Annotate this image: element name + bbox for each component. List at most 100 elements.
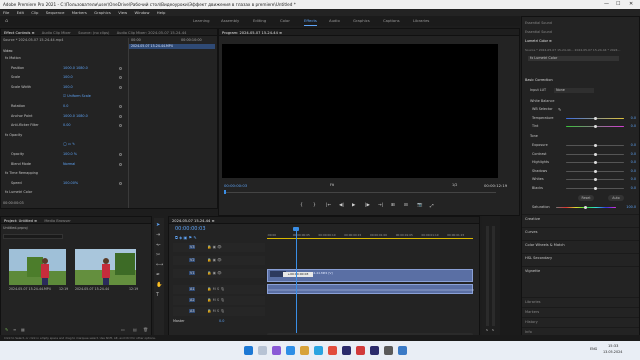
list-view-icon[interactable]: ≡ <box>13 327 16 332</box>
ec-row[interactable]: fx Opacity <box>5 133 22 138</box>
menu-window[interactable]: Window <box>135 10 150 15</box>
track-controls-icons[interactable]: 🔒 M S 🎙 <box>207 298 225 302</box>
lumetri-slider[interactable] <box>566 152 624 156</box>
new-bin-icon[interactable]: ▭ <box>121 327 125 332</box>
ec-row[interactable]: fx Lumetri Color <box>5 190 32 195</box>
telegram-icon[interactable] <box>314 346 323 355</box>
track-header[interactable]: A2 🔒 M S 🎙 <box>173 296 265 305</box>
program-playhead[interactable] <box>224 190 226 194</box>
master-track-value[interactable]: 0.0 <box>219 319 224 323</box>
track-label[interactable]: V3 <box>189 245 196 249</box>
lumetri-slider[interactable] <box>566 178 624 181</box>
task-view-icon[interactable] <box>272 346 281 355</box>
ec-clip-bar[interactable]: 2024-05-07 15-24-44.MP4 <box>129 44 215 49</box>
ec-row-value[interactable]: 100.0 <box>63 75 73 80</box>
close-button[interactable]: ✕ <box>629 0 633 9</box>
program-timecode[interactable]: 00:00:00:03 <box>224 183 247 188</box>
track-header[interactable]: V3 🔒 ▣ 👁 <box>173 243 265 252</box>
section-hsl-secondary[interactable]: HSL Secondary <box>522 253 639 261</box>
clock-time[interactable]: 15:33 <box>608 344 618 348</box>
new-item-icon[interactable]: ▤ <box>133 327 137 332</box>
slider-value[interactable]: 0.0 <box>631 160 636 165</box>
ripple-edit-tool-icon[interactable]: ⟛ <box>156 242 161 248</box>
ec-row-value[interactable]: 1000.0 1080.0 <box>63 114 88 119</box>
tab-audio-clip-mixer-seq[interactable]: Audio Clip Mixer: 2024-05-07 15-24-44 <box>117 31 187 35</box>
workspace-learning[interactable]: Learning <box>193 16 209 26</box>
track-header[interactable]: V1 🔒 ▣ 👁 <box>173 269 265 278</box>
trash-icon[interactable]: 🗑 <box>143 327 148 332</box>
input-lut-select[interactable]: None <box>554 88 594 93</box>
menu-edit[interactable]: Edit <box>17 10 24 15</box>
panel-history[interactable]: History <box>522 317 639 325</box>
slider-knob[interactable] <box>593 144 597 147</box>
hand-tool-icon[interactable]: ✋ <box>156 282 162 288</box>
keyframe-toggle-icon[interactable] <box>119 153 122 156</box>
timeline-playhead[interactable] <box>296 227 297 339</box>
ec-row[interactable]: Blend Mode Normal <box>11 162 75 167</box>
ec-row[interactable]: fx Time Remapping <box>5 171 38 176</box>
slider-value[interactable]: 0.0 <box>631 186 636 191</box>
razor-tool-icon[interactable]: ✂ <box>156 252 160 258</box>
program-fit-select[interactable]: Fit <box>330 183 334 187</box>
saturation-slider[interactable] <box>556 206 616 209</box>
ec-row-value[interactable]: 1000.0 1080.0 <box>63 66 88 71</box>
lumetri-slider[interactable] <box>566 144 624 147</box>
slip-tool-icon[interactable]: ⟷ <box>156 262 163 268</box>
pen-tool-icon[interactable]: ✒ <box>156 272 160 278</box>
section-vignette[interactable]: Vignette <box>522 266 639 274</box>
program-video-canvas[interactable] <box>222 44 498 178</box>
slider-value[interactable]: 0.0 <box>631 124 636 129</box>
program-scrub-bar[interactable] <box>224 192 496 193</box>
lumetri-slider[interactable] <box>566 161 624 164</box>
edge-icon[interactable] <box>286 346 295 355</box>
ec-row[interactable]: Anchor Point 1000.0 1080.0 <box>11 114 88 119</box>
timeline-tool-icons[interactable]: ⧉ ◈ ▣ ⚑ ✎ <box>175 235 197 240</box>
keyframe-toggle-icon[interactable] <box>119 114 122 118</box>
menu-file[interactable]: File <box>3 10 9 15</box>
lumetri-fx-select[interactable]: fx Lumetri Color <box>528 56 619 61</box>
slider-knob[interactable] <box>593 117 597 120</box>
workspace-libraries[interactable]: Libraries <box>413 16 429 26</box>
workspace-editing[interactable]: Editing <box>253 16 266 26</box>
tab-effect-controls[interactable]: Effect Controls ≡ <box>4 31 35 35</box>
saturation-knob[interactable] <box>584 206 587 209</box>
slider-value[interactable]: 0.0 <box>631 116 636 121</box>
slider-knob[interactable] <box>593 186 597 190</box>
clock-date[interactable]: 13.05.2024 <box>603 350 622 354</box>
photoshop-icon[interactable] <box>370 346 379 355</box>
ec-row[interactable]: fx Motion <box>5 56 21 61</box>
transport-button[interactable]: ⊟ <box>404 203 408 208</box>
track-header[interactable]: A3 🔒 M S 🎙 <box>173 307 265 316</box>
slider-knob[interactable] <box>593 178 597 181</box>
slider-value[interactable]: 0.0 <box>631 177 636 182</box>
track-controls-icons[interactable]: 🔒 ▣ 👁 <box>207 258 222 262</box>
ec-row-value[interactable]: 0.0 <box>63 104 68 109</box>
explorer-icon[interactable] <box>300 346 309 355</box>
app-icon-gray[interactable] <box>384 346 393 355</box>
tab-source[interactable]: Source: (no clips) <box>78 31 109 35</box>
tab-sequence[interactable]: 2024-05-07 15-24-44 ≡ <box>172 219 215 223</box>
panel-libraries[interactable]: Libraries <box>522 297 639 305</box>
menu-sequence[interactable]: Sequence <box>46 10 65 15</box>
lumetri-slider[interactable] <box>566 169 624 173</box>
transport-button[interactable]: |← <box>326 203 331 208</box>
basic-correction-header[interactable]: Basic Correction <box>525 78 636 83</box>
transport-button[interactable]: { <box>300 203 303 208</box>
white-balance-header[interactable]: White Balance <box>530 99 636 104</box>
lumetri-slider[interactable] <box>566 186 624 190</box>
ec-row[interactable]: Anti-flicker Filter 0.00 <box>11 123 71 128</box>
slider-value[interactable]: 0.0 <box>631 143 636 148</box>
menu-help[interactable]: Help <box>157 10 166 15</box>
menu-markers[interactable]: Markers <box>72 10 87 15</box>
keyframe-toggle-icon[interactable] <box>119 124 122 128</box>
tab-media-browser[interactable]: Media Browser <box>44 219 71 223</box>
track-label[interactable]: V2 <box>189 258 196 262</box>
menu-graphics[interactable]: Graphics <box>94 10 111 15</box>
transport-button[interactable]: →| <box>378 203 383 208</box>
keyframe-toggle-icon[interactable] <box>119 85 122 89</box>
audio-clip-a1[interactable] <box>267 284 474 294</box>
track-header[interactable]: V2 🔒 ▣ 👁 <box>173 256 265 265</box>
program-quality-select[interactable]: 1/2 <box>452 183 457 187</box>
workspace-audio[interactable]: Audio <box>329 16 340 26</box>
tab-audio-clip-mixer[interactable]: Audio Clip Mixer <box>42 31 71 35</box>
